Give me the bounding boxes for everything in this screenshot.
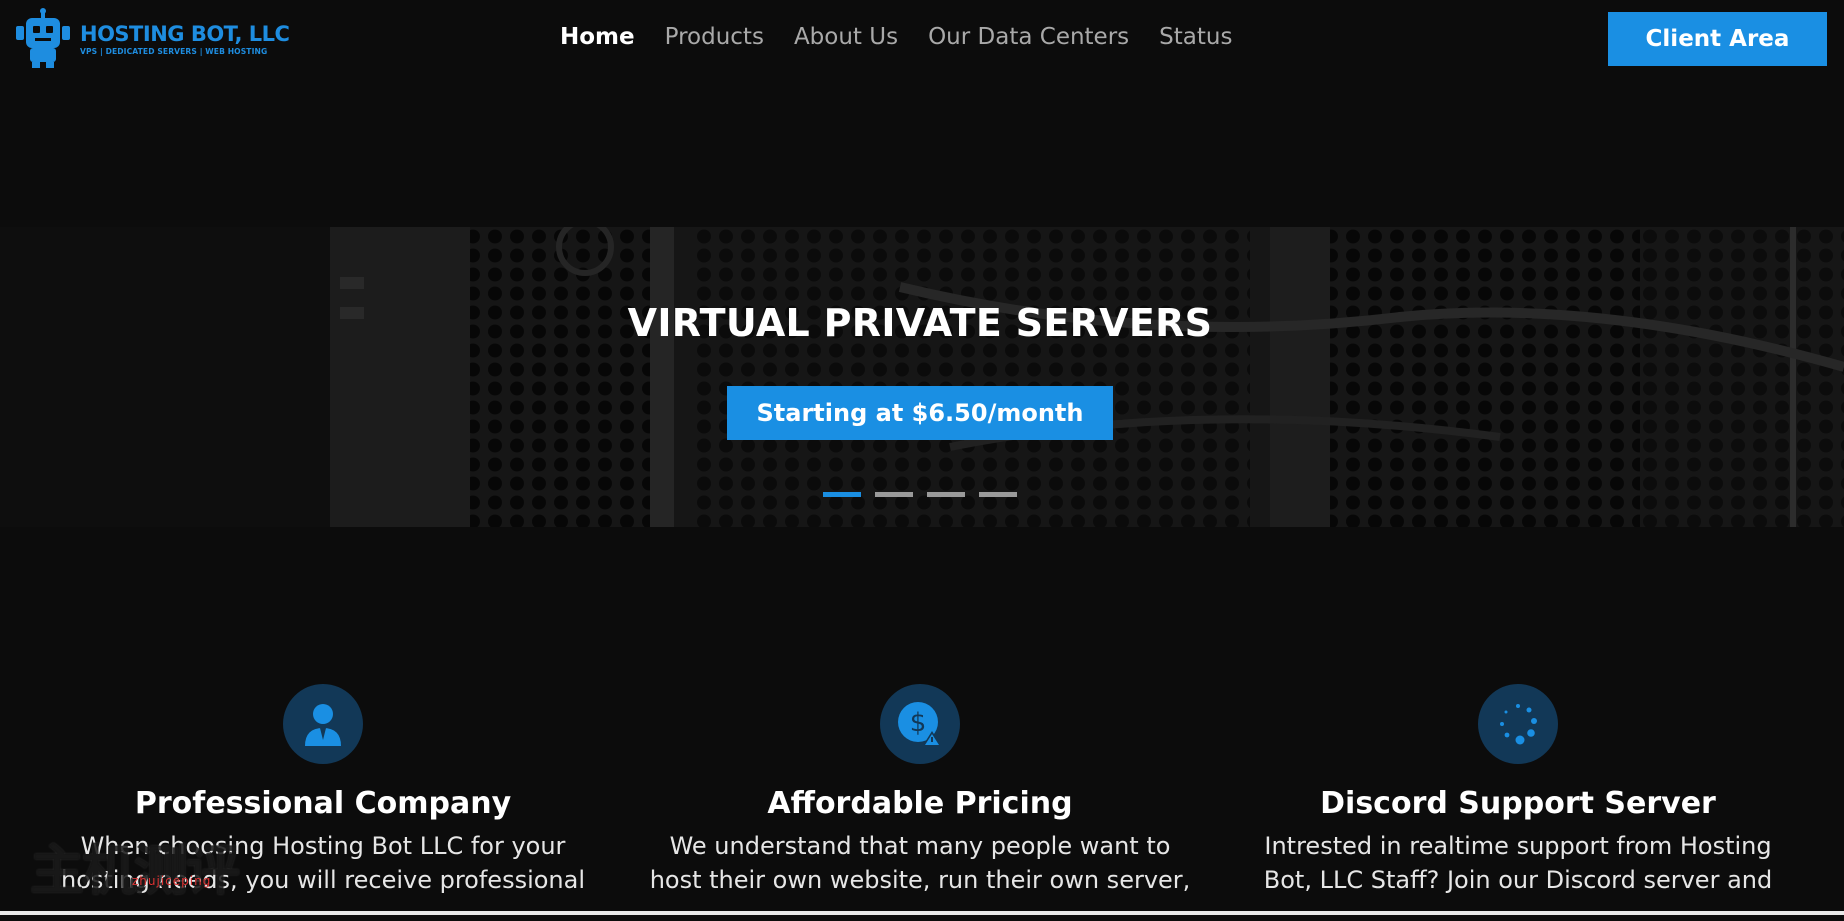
- feature-title: Discord Support Server: [1320, 786, 1716, 821]
- brand-tagline: VPS | DEDICATED SERVERS | WEB HOSTING: [80, 47, 268, 56]
- nav-data-centers[interactable]: Our Data Centers: [928, 24, 1129, 50]
- feature-text: We understand that many people want to h…: [649, 832, 1191, 894]
- hero-slider: VIRTUAL PRIVATE SERVERS Starting at $6.5…: [0, 227, 1844, 527]
- user-icon: [283, 684, 363, 764]
- robot-logo-icon: [16, 8, 70, 68]
- site-header: HOSTING BOT, LLC VPS | DEDICATED SERVERS…: [0, 0, 1844, 76]
- slider-dot-1[interactable]: [823, 492, 861, 497]
- hero-title: VIRTUAL PRIVATE SERVERS: [627, 301, 1213, 345]
- nav-home[interactable]: Home: [560, 24, 635, 50]
- slider-dot-3[interactable]: [927, 492, 965, 497]
- nav-about-us[interactable]: About Us: [794, 24, 898, 50]
- page: HOSTING BOT, LLC VPS | DEDICATED SERVERS…: [0, 0, 1844, 921]
- dollar-warning-icon: $: [880, 684, 960, 764]
- spinner-icon: [1478, 684, 1558, 764]
- pricing-cta-button[interactable]: Starting at $6.50/month: [727, 386, 1113, 440]
- feature-text: Intrested in realtime support from Hosti…: [1263, 832, 1773, 894]
- brand-logo[interactable]: HOSTING BOT, LLC VPS | DEDICATED SERVERS…: [12, 8, 290, 70]
- hero-overlay: [0, 227, 1844, 527]
- main-nav: Home Products About Us Our Data Centers …: [560, 18, 1262, 56]
- features-section: Professional Company When choosing Hosti…: [0, 684, 1844, 921]
- watermark-logo: 主机测评: [30, 839, 240, 902]
- slider-indicators: [823, 492, 1031, 497]
- slider-dot-4[interactable]: [979, 492, 1017, 497]
- bottom-divider: [0, 911, 1844, 915]
- svg-text:$: $: [910, 708, 927, 738]
- brand-text: HOSTING BOT, LLC VPS | DEDICATED SERVERS…: [80, 22, 290, 56]
- nav-products[interactable]: Products: [665, 24, 764, 50]
- brand-name: HOSTING BOT, LLC: [80, 22, 290, 46]
- feature-title: Affordable Pricing: [767, 786, 1073, 821]
- client-area-button[interactable]: Client Area: [1608, 12, 1827, 66]
- feature-affordable-pricing: $ Affordable Pricing We understand that …: [620, 684, 1220, 897]
- feature-discord-support: Discord Support Server Intrested in real…: [1218, 684, 1818, 897]
- watermark-subtext: zhujiceping: [132, 874, 212, 888]
- slider-dot-2[interactable]: [875, 492, 913, 497]
- feature-title: Professional Company: [134, 786, 512, 821]
- nav-status[interactable]: Status: [1159, 24, 1232, 50]
